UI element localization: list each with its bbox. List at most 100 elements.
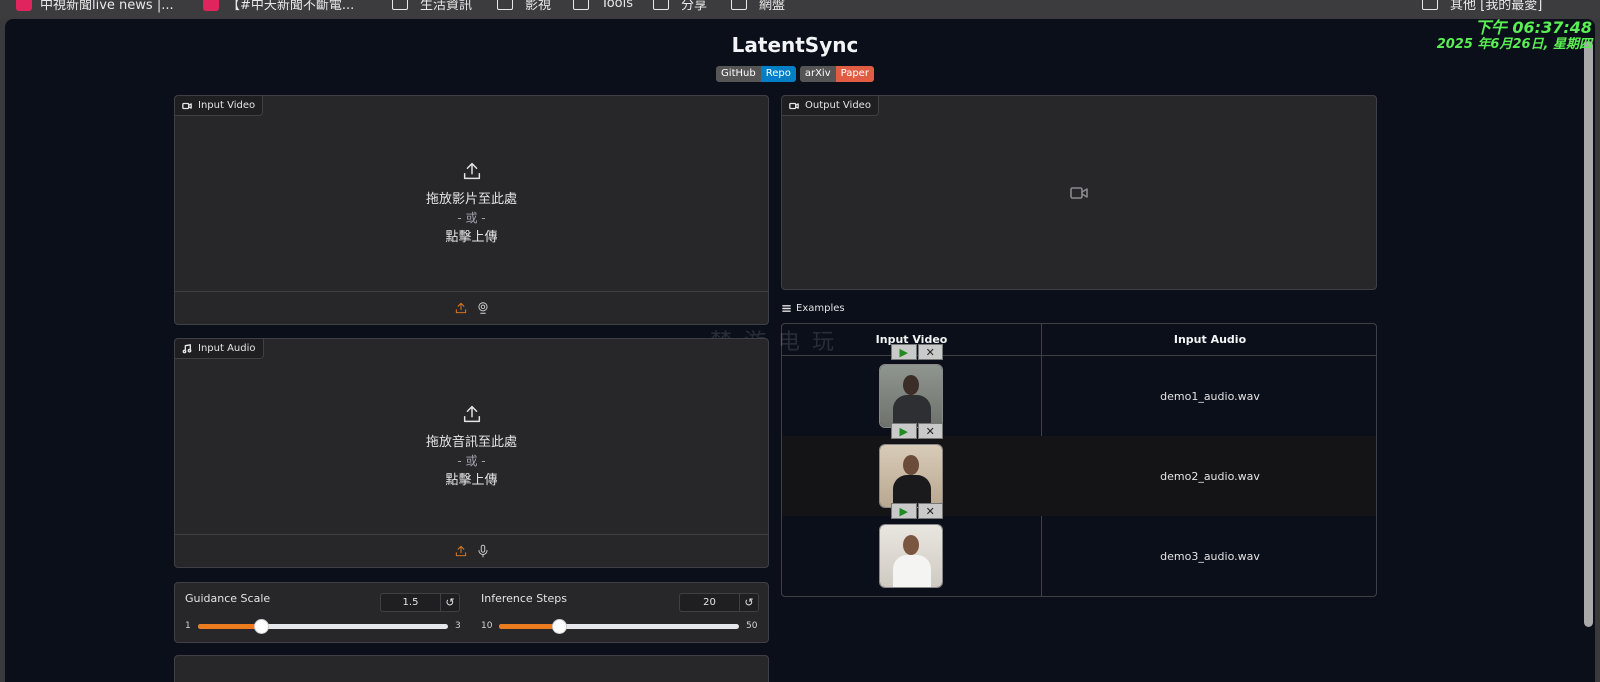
microphone-icon[interactable] xyxy=(476,544,490,558)
bookmark-label: 中視新聞live news |... xyxy=(40,0,174,13)
bookmark-item[interactable]: 影視 xyxy=(497,0,551,14)
guidance-max: 3 xyxy=(455,621,461,631)
reset-icon[interactable]: ↺ xyxy=(740,594,758,611)
list-icon xyxy=(782,305,791,312)
badge-row: GitHub Repo arXiv Paper xyxy=(5,66,1585,82)
slider-fill xyxy=(198,624,261,629)
browser-content: LatentSync GitHub Repo arXiv Paper Input… xyxy=(5,19,1595,682)
video-overlay-controls: ▶ ✕ xyxy=(891,423,943,439)
example-row-3[interactable]: demo3_audio.wav xyxy=(782,516,1376,596)
badge-left-text: arXiv xyxy=(799,66,836,82)
clock-date: 2025 年6月26日, 星期四 xyxy=(1436,37,1592,53)
reset-icon[interactable]: ↺ xyxy=(441,594,459,611)
click-upload-text: 點擊上傳 xyxy=(445,473,498,488)
bookmark-item[interactable]: 中視新聞live news |... xyxy=(16,0,174,14)
drop-text: 拖放影片至此處 xyxy=(425,192,517,207)
bookmark-label: 分享 xyxy=(681,0,708,13)
scrollbar[interactable] xyxy=(1581,19,1595,682)
slider-thumb[interactable] xyxy=(253,619,269,634)
folder-icon xyxy=(392,0,408,10)
page-title: LatentSync xyxy=(731,33,859,57)
webcam-icon[interactable] xyxy=(476,301,490,315)
video-camera-icon xyxy=(182,102,192,109)
steps-max: 50 xyxy=(746,621,758,631)
upload-source-icon[interactable] xyxy=(454,544,468,558)
video-source-bar xyxy=(175,291,768,324)
close-icon[interactable]: ✕ xyxy=(917,423,943,439)
output-video-label: Output Video xyxy=(782,96,879,116)
bookmark-label: 【#中天新聞不斷電... xyxy=(227,0,355,13)
bookmark-item[interactable]: 其他 [我的最愛] xyxy=(1422,0,1542,14)
bookmark-label: Tools xyxy=(601,0,634,11)
desktop-clock: 下午 06:37:48 2025 年6月26日, 星期四 xyxy=(1437,18,1592,53)
slider-thumb[interactable] xyxy=(552,619,567,634)
close-icon[interactable]: ✕ xyxy=(917,344,943,360)
favicon-icon xyxy=(203,0,219,11)
folder-icon xyxy=(731,0,747,10)
upload-icon xyxy=(463,162,480,180)
inference-steps-input-group: 20 ↺ xyxy=(679,593,759,612)
close-icon[interactable]: ✕ xyxy=(917,503,943,519)
advanced-panel xyxy=(174,655,769,682)
example-audio-name: demo1_audio.wav xyxy=(1160,389,1260,403)
play-icon[interactable]: ▶ xyxy=(891,344,917,360)
bookmark-label: 生活資訊 xyxy=(420,0,473,13)
bookmark-label: 其他 [我的最愛] xyxy=(1450,0,1543,13)
example-video-thumbnail[interactable] xyxy=(879,364,943,428)
example-audio-name: demo2_audio.wav xyxy=(1160,469,1260,483)
folder-icon xyxy=(573,0,589,10)
input-audio-panel: Input Audio 拖放音訊至此處 - 或 - 點擊上傳 xyxy=(174,338,769,568)
music-note-icon xyxy=(182,343,192,353)
bookmark-item[interactable]: Tools xyxy=(573,0,633,14)
examples-label-text: Examples xyxy=(796,303,845,314)
example-video-thumbnail[interactable] xyxy=(879,444,943,508)
bookmark-item[interactable]: 生活資訊 xyxy=(392,0,472,14)
badge-right-text: Paper xyxy=(835,66,874,82)
or-text: - 或 - xyxy=(457,211,486,225)
examples-label: Examples xyxy=(782,303,845,314)
example-row-2[interactable]: demo2_audio.wav xyxy=(782,436,1376,516)
header-input-audio: Input Audio xyxy=(1042,324,1376,356)
video-dropzone[interactable]: 拖放影片至此處 - 或 - 點擊上傳 xyxy=(175,116,768,291)
guidance-scale-input[interactable]: 1.5 xyxy=(381,594,441,611)
example-row-1[interactable]: demo1_audio.wav xyxy=(782,356,1376,436)
bookmark-item[interactable]: 分享 xyxy=(653,0,707,14)
guidance-min: 1 xyxy=(185,621,191,631)
or-text: - 或 - xyxy=(457,454,486,468)
example-audio-name: demo3_audio.wav xyxy=(1160,549,1260,563)
audio-source-bar xyxy=(175,534,768,567)
scrollbar-thumb[interactable] xyxy=(1584,41,1593,627)
output-video-panel: Output Video xyxy=(781,95,1377,290)
bookmark-item[interactable]: 【#中天新聞不斷電... xyxy=(203,0,354,14)
input-audio-label: Input Audio xyxy=(175,339,264,359)
inference-steps-input[interactable]: 20 xyxy=(680,594,740,611)
examples-table: Input Video Input Audio demo1_audio.wav … xyxy=(781,323,1377,597)
inference-steps-label: Inference Steps xyxy=(481,592,567,605)
github-repo-badge[interactable]: GitHub Repo xyxy=(716,66,796,82)
input-video-label: Input Video xyxy=(175,96,264,116)
guidance-scale-input-group: 1.5 ↺ xyxy=(380,593,460,612)
input-audio-label-text: Input Audio xyxy=(198,343,256,354)
steps-min: 10 xyxy=(481,621,493,631)
guidance-scale-slider[interactable] xyxy=(198,619,448,634)
audio-dropzone[interactable]: 拖放音訊至此處 - 或 - 點擊上傳 xyxy=(175,359,768,534)
upload-source-icon[interactable] xyxy=(454,301,468,315)
folder-icon xyxy=(1422,0,1438,10)
video-camera-icon xyxy=(789,102,799,109)
badge-right-text: Repo xyxy=(760,66,796,82)
inference-steps-slider[interactable] xyxy=(499,619,739,634)
play-icon[interactable]: ▶ xyxy=(891,503,917,519)
arxiv-paper-badge[interactable]: arXiv Paper xyxy=(799,66,874,82)
bookmark-label: 影視 xyxy=(525,0,552,13)
settings-panel: Guidance Scale 1.5 ↺ 1 3 Inference Steps… xyxy=(174,582,769,643)
click-upload-text: 點擊上傳 xyxy=(445,230,498,245)
bookmark-label: 網盤 xyxy=(759,0,786,13)
bookmark-item[interactable]: 網盤 xyxy=(731,0,785,14)
folder-icon xyxy=(653,0,669,10)
video-placeholder-icon xyxy=(1070,187,1088,199)
example-video-thumbnail[interactable] xyxy=(879,524,943,588)
video-overlay-controls: ▶ ✕ xyxy=(891,503,943,519)
input-video-panel: Input Video 拖放影片至此處 - 或 - 點擊上傳 xyxy=(174,95,769,325)
input-video-label-text: Input Video xyxy=(198,100,256,111)
play-icon[interactable]: ▶ xyxy=(891,423,917,439)
